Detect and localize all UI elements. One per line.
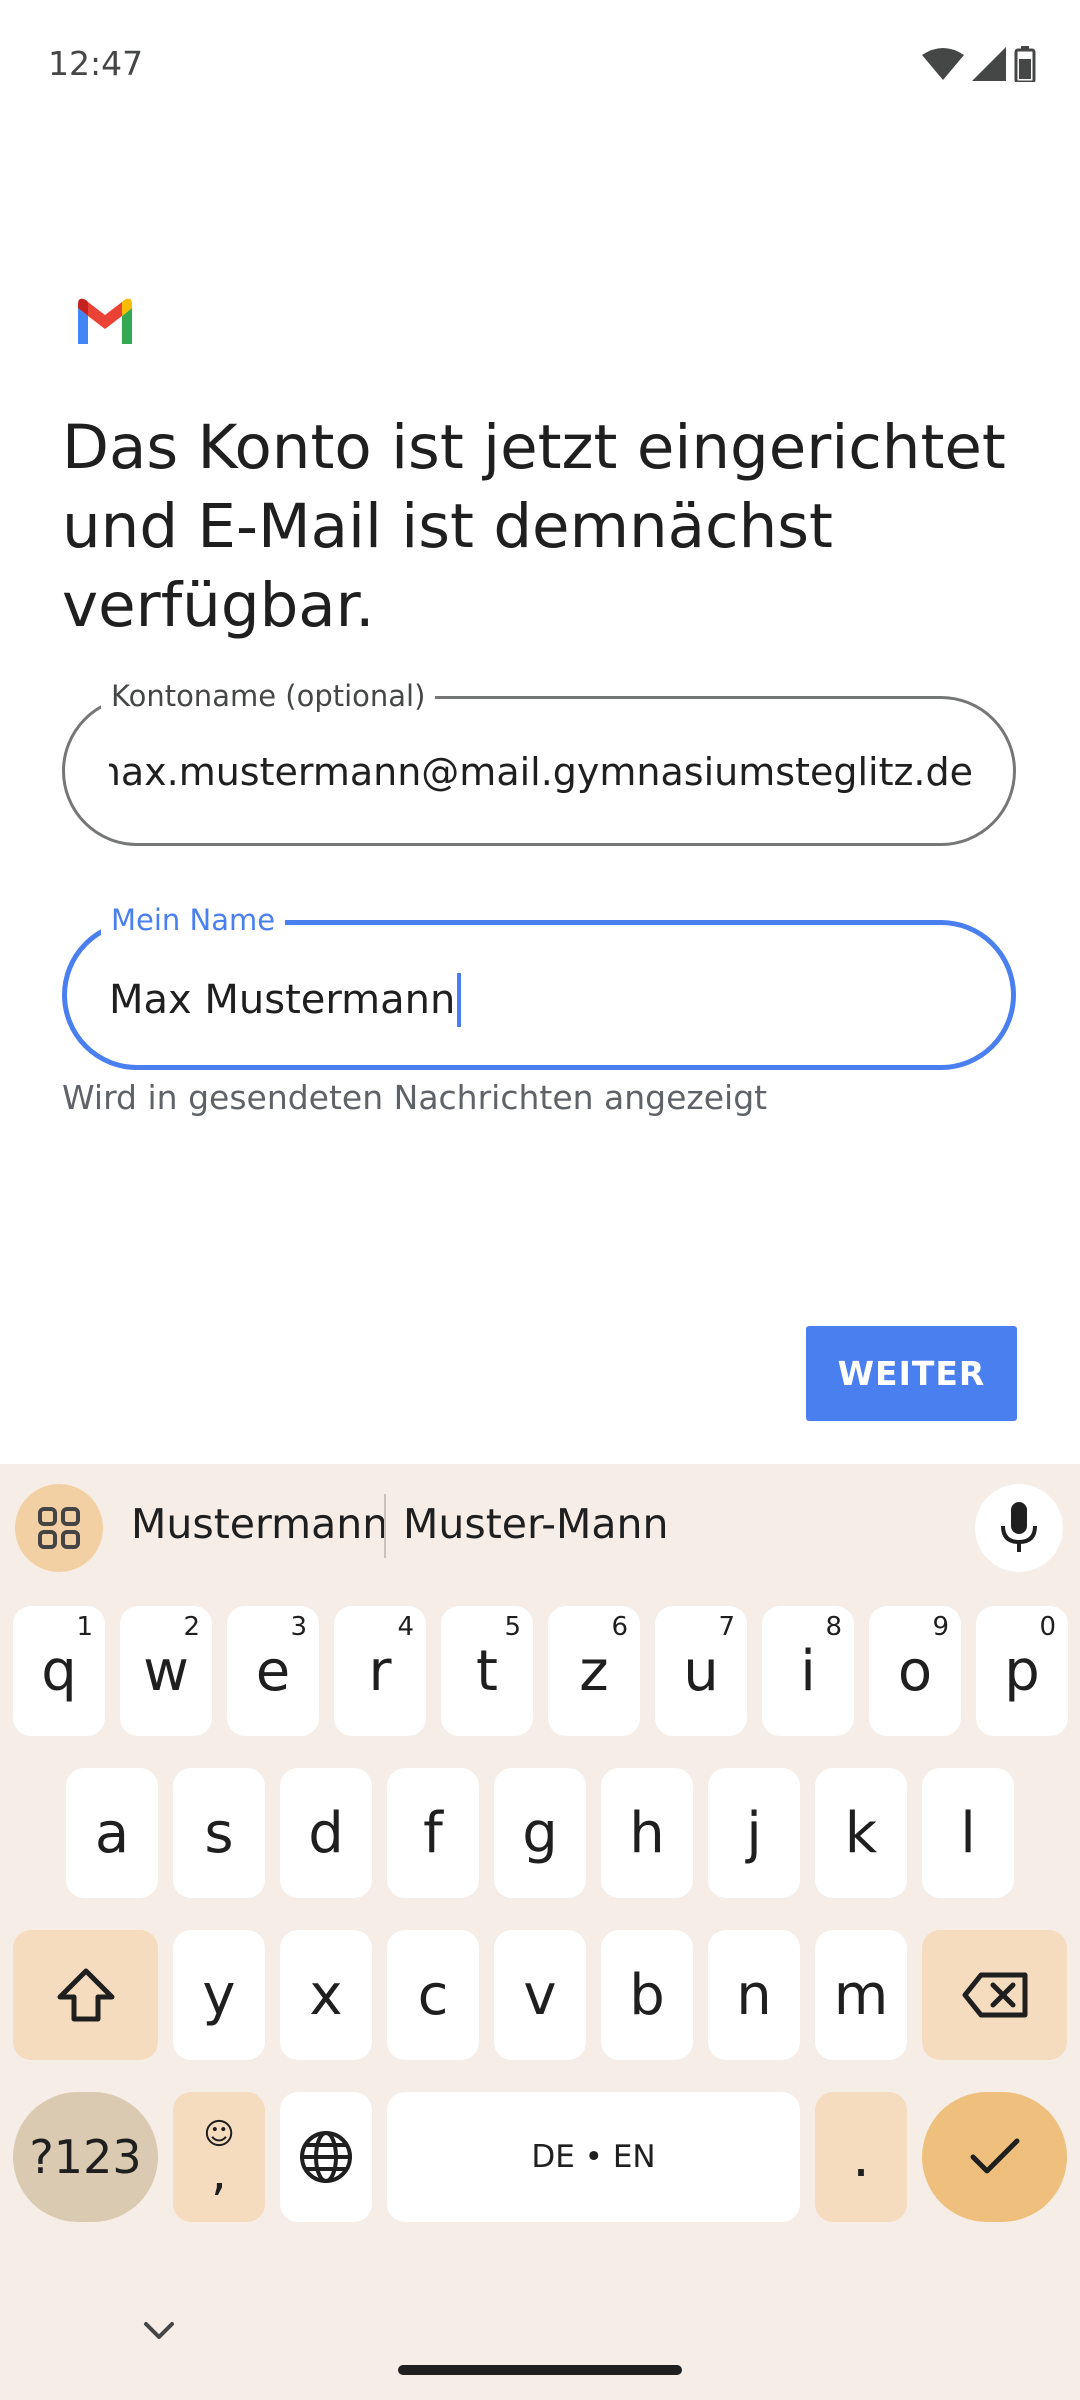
wifi-icon (922, 48, 964, 80)
space-key-label: DE • EN (531, 2139, 656, 2175)
key-r[interactable]: r4 (334, 1606, 426, 1736)
page-title: Das Konto ist jetzt eingerichtet und E-M… (62, 412, 1006, 641)
key-d[interactable]: d (280, 1768, 372, 1898)
symbols-key[interactable]: ?123 (13, 2092, 158, 2222)
check-icon (970, 2138, 1019, 2174)
key-x[interactable]: x (280, 1930, 372, 2060)
key-b[interactable]: b (601, 1930, 693, 2060)
comma-label: , (211, 2143, 227, 2201)
account-name-value: max.mustermann@mail.gymnasiumsteglitz.de (109, 750, 973, 794)
my-name-helper: Wird in gesendeten Nachrichten angezeigt (62, 1078, 768, 1117)
gmail-logo (78, 298, 132, 344)
shift-icon (57, 1968, 114, 2022)
status-bar: 12:47 (0, 0, 1080, 130)
key-a[interactable]: a (66, 1768, 158, 1898)
signal-icon (972, 47, 1006, 81)
account-name-field[interactable]: Kontoname (optional) max.mustermann@mail… (62, 678, 1016, 846)
key-l[interactable]: l (922, 1768, 1014, 1898)
my-name-field[interactable]: Mein Name Max Mustermann (62, 902, 1016, 1070)
key-o[interactable]: o9 (869, 1606, 961, 1736)
key-y[interactable]: y (173, 1930, 265, 2060)
space-key[interactable]: DE • EN (387, 2092, 800, 2222)
key-t[interactable]: t5 (441, 1606, 533, 1736)
backspace-icon (962, 1972, 1027, 2018)
key-g[interactable]: g (494, 1768, 586, 1898)
key-w[interactable]: w2 (120, 1606, 212, 1736)
key-z[interactable]: z6 (548, 1606, 640, 1736)
my-name-value: Max Mustermann (109, 977, 456, 1023)
key-q[interactable]: q1 (13, 1606, 105, 1736)
account-name-label: Kontoname (optional) (101, 678, 436, 714)
suggestion-1[interactable]: Mustermann (131, 1500, 388, 1548)
enter-key[interactable] (922, 2092, 1067, 2222)
key-f[interactable]: f (387, 1768, 479, 1898)
key-u[interactable]: u7 (655, 1606, 747, 1736)
shift-key[interactable] (13, 1930, 158, 2060)
globe-icon (300, 2131, 352, 2183)
text-cursor (457, 973, 462, 1027)
next-button[interactable]: WEITER (806, 1326, 1017, 1421)
chevron-down-icon[interactable] (142, 2320, 176, 2342)
status-icons (922, 46, 1036, 82)
key-c[interactable]: c (387, 1930, 479, 2060)
home-indicator[interactable] (398, 2365, 682, 2375)
comma-emoji-key[interactable]: ☺ , (173, 2092, 265, 2222)
period-key[interactable]: . (815, 2092, 907, 2222)
backspace-key[interactable] (922, 1930, 1067, 2060)
key-i[interactable]: i8 (762, 1606, 854, 1736)
language-key[interactable] (280, 2092, 372, 2222)
suggestion-2[interactable]: Muster-Mann (403, 1500, 669, 1548)
key-n[interactable]: n (708, 1930, 800, 2060)
key-m[interactable]: m (815, 1930, 907, 2060)
key-k[interactable]: k (815, 1768, 907, 1898)
key-e[interactable]: e3 (227, 1606, 319, 1736)
my-name-label: Mein Name (101, 902, 286, 938)
mic-icon (1001, 1502, 1037, 1552)
battery-icon (1014, 46, 1036, 82)
key-s[interactable]: s (173, 1768, 265, 1898)
key-h[interactable]: h (601, 1768, 693, 1898)
apps-grid-icon (38, 1507, 80, 1549)
my-name-input[interactable]: Max Mustermann (109, 973, 971, 1027)
suggestion-bar: Mustermann Muster-Mann (0, 1464, 1080, 1588)
keyboard-apps-button[interactable] (15, 1484, 103, 1572)
key-v[interactable]: v (494, 1930, 586, 2060)
suggestion-divider (384, 1494, 386, 1558)
status-time: 12:47 (48, 44, 144, 83)
key-j[interactable]: j (708, 1768, 800, 1898)
keyboard: Mustermann Muster-Mann q1 w2 e3 r4 t5 z6… (0, 1464, 1080, 2400)
voice-input-button[interactable] (975, 1484, 1063, 1572)
key-p[interactable]: p0 (976, 1606, 1068, 1736)
